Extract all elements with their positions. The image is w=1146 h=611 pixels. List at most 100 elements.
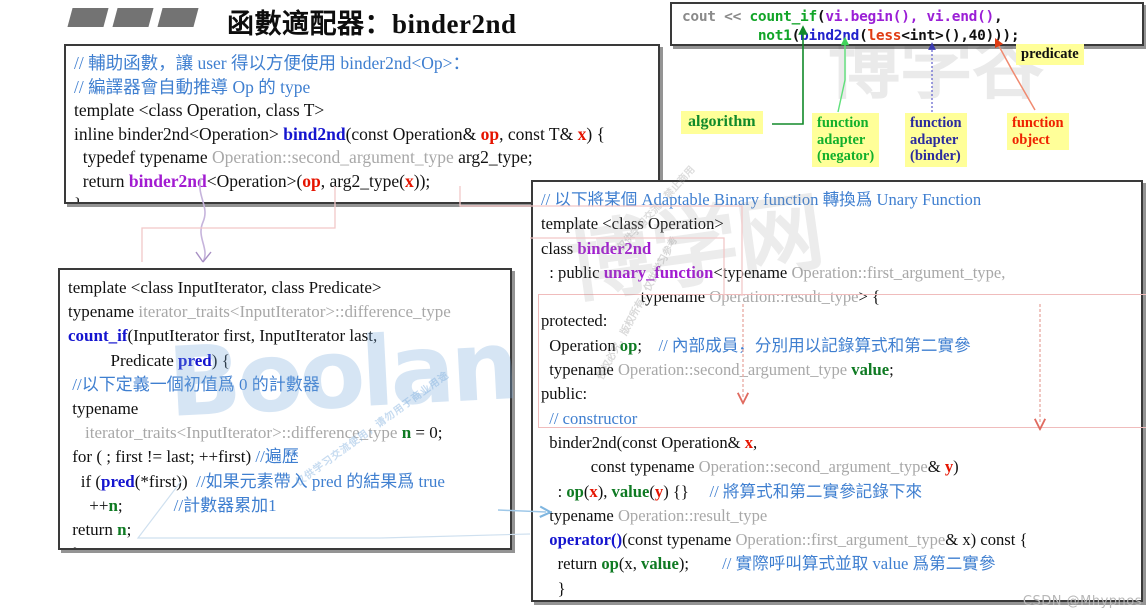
code-line: // 輔助函數，讓 user 得以方便使用 binder2nd<Op>：	[74, 52, 658, 76]
code-line: : public unary_function<typename Operati…	[541, 261, 1141, 285]
code-token: operator()	[549, 530, 623, 550]
code-token: (	[791, 28, 801, 44]
code-token: protected:	[541, 311, 608, 331]
code-token: less	[867, 28, 902, 44]
code-token: ),	[597, 481, 612, 501]
code-token: //計數器累加1	[173, 495, 277, 515]
code-token: Operation::second_argument_type	[698, 457, 928, 477]
code-token: bind2nd	[283, 123, 346, 144]
code-token: ;	[117, 495, 174, 515]
code-token: ;	[126, 520, 132, 540]
code-line: typedef typename Operation::second_argum…	[74, 146, 658, 170]
code-line: const typename Operation::second_argumen…	[541, 455, 1141, 479]
code-token: if (	[68, 471, 102, 491]
code-token: // 將算式和第二實參記錄下來	[709, 481, 923, 501]
code-token: }	[74, 194, 83, 204]
code-line: cout << count_if(vi.begin(), vi.end(),	[682, 8, 1142, 27]
code-token: ,	[993, 9, 1003, 25]
code-token: ) {	[586, 123, 605, 144]
code-token: : public	[541, 262, 604, 282]
code-token: Operation::result_type	[617, 505, 768, 525]
code-token: ;	[637, 335, 659, 355]
code-token: op	[619, 335, 638, 355]
code-token: (InputIterator first, InputIterator last…	[127, 326, 378, 346]
code-token: iterator_traits<InputIterator>::differen…	[138, 302, 451, 322]
code-token: }	[541, 578, 566, 598]
decor-square-1	[67, 8, 109, 27]
code-line: Predicate pred) {	[68, 349, 510, 373]
code-token: for ( ; first != last; ++first)	[68, 447, 256, 467]
code-token: Operation::result_type	[709, 287, 859, 307]
code-token: unary_function	[603, 262, 714, 282]
count-if-code-block: template <class InputIterator, class Pre…	[58, 268, 512, 550]
code-line: operator()(const typename Operation::fir…	[541, 528, 1141, 552]
connector-negator	[837, 36, 850, 113]
code-token: op	[566, 481, 584, 501]
code-token: count_if	[749, 9, 817, 25]
code-token: &	[927, 457, 945, 477]
cout-count-if-code-block: cout << count_if(vi.begin(), vi.end(), n…	[670, 2, 1144, 46]
code-token: <Operation>(	[206, 170, 303, 191]
code-token: const typename	[541, 457, 699, 477]
code-token: value	[851, 360, 890, 380]
code-line: // 編譯器會自動推導 Op 的 type	[74, 76, 658, 100]
binder2nd-class-code-block: // 以下將某個 Adaptable Binary function 轉換爲 U…	[531, 180, 1143, 602]
code-line: // constructor	[541, 407, 1141, 431]
code-token: not1	[757, 28, 792, 44]
code-line: inline binder2nd<Operation> bind2nd(cons…	[74, 123, 658, 147]
code-line: // 以下將某個 Adaptable Binary function 轉換爲 U…	[541, 188, 1141, 212]
code-token: template <class Operation>	[541, 214, 724, 234]
page-title: 函數適配器：binder2nd	[67, 2, 630, 42]
code-token: & x) const {	[945, 530, 1028, 550]
code-token: (*first))	[134, 471, 197, 491]
code-token: > {	[858, 287, 881, 307]
tag-predicate: predicate	[1016, 44, 1084, 65]
code-token: ;	[889, 360, 894, 380]
code-token: value	[611, 481, 650, 501]
code-token: Operation::second_argument_type	[617, 360, 852, 380]
tag-function-adapter-binder: function adapter (binder)	[905, 113, 967, 167]
code-token: template <class InputIterator, class Pre…	[68, 278, 382, 297]
code-token: binder2nd	[128, 170, 207, 191]
code-token: Operation::first_argument_type	[735, 530, 946, 550]
code-token: typename	[541, 287, 710, 307]
code-line: iterator_traits<InputIterator>::differen…	[68, 421, 510, 445]
code-line: Operation op; // 內部成員，分別用以記錄算式和第二實參	[541, 334, 1141, 358]
decor-square-2	[112, 8, 154, 27]
code-token: x	[405, 170, 414, 191]
code-token: class	[541, 238, 578, 258]
code-token: n	[401, 423, 412, 443]
code-token: return	[541, 554, 602, 574]
code-token: y	[654, 481, 664, 501]
code-line: protected:	[541, 309, 1141, 333]
tag-function-adapter-negator: function adapter (negator)	[812, 113, 880, 167]
code-line: return op(x, value); // 實際呼叫算式並取 value 爲…	[541, 552, 1141, 576]
code-token: op	[480, 123, 500, 144]
code-line: class binder2nd	[541, 237, 1141, 261]
code-token: iterator_traits<InputIterator>::differen…	[85, 423, 402, 443]
code-token: ));	[413, 170, 431, 191]
code-token: public:	[541, 384, 588, 404]
tag-algorithm: algorithm	[681, 111, 763, 134]
code-line: };	[541, 601, 1141, 602]
code-token: );	[678, 554, 723, 574]
code-token: typename	[68, 399, 139, 419]
code-line: typename	[68, 397, 510, 421]
code-token: // 以下將某個 Adaptable Binary function 轉換爲 U…	[541, 190, 982, 209]
code-token: vi.begin(), vi.end()	[825, 9, 994, 25]
code-token: // 編譯器會自動推導 Op 的 type	[74, 76, 311, 97]
code-line: template <class InputIterator, class Pre…	[68, 276, 510, 300]
code-token: // 內部成員，分別用以記錄算式和第二實參	[658, 335, 971, 355]
code-token: //遍歷	[255, 447, 299, 467]
code-token: typename	[541, 360, 618, 380]
code-token: typename	[541, 505, 618, 525]
code-token: Operation::second_argument_type	[212, 147, 459, 167]
code-line: typename Operation::result_type	[541, 504, 1141, 528]
code-line: count_if(InputIterator first, InputItera…	[68, 324, 510, 348]
code-token: inline binder2nd<Operation>	[74, 123, 284, 144]
code-line: typename iterator_traits<InputIterator>:…	[68, 300, 510, 324]
code-token: (const Operation&	[345, 123, 481, 144]
code-token: template <class Operation, class T>	[74, 100, 325, 120]
code-line: ++n; //計數器累加1	[68, 494, 510, 518]
